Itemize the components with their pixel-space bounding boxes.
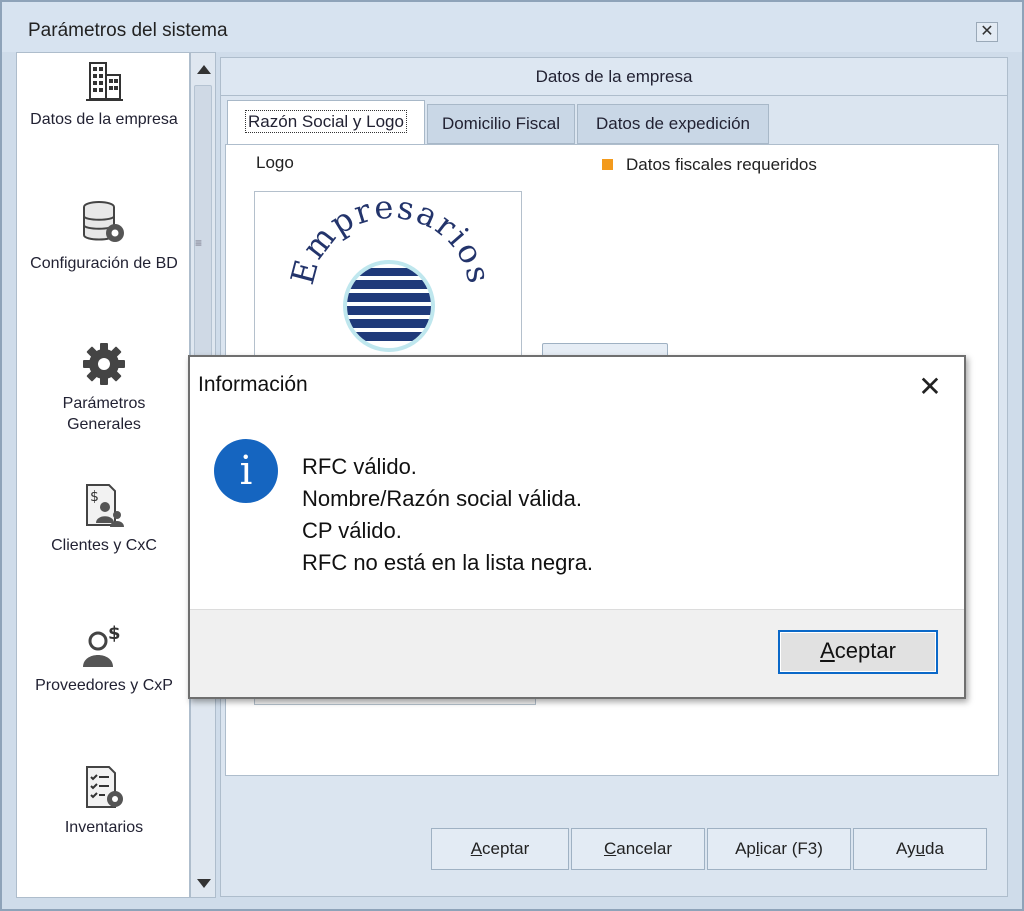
scroll-down-arrow-icon[interactable] [197,879,211,888]
dialog-title: Información [198,373,308,396]
window-close-button[interactable]: ✕ [976,22,998,42]
sidebar-item-label: Datos de la empresa [30,111,178,128]
tab-label: Razón Social y Logo [245,110,407,133]
info-dialog: Información ✕ i RFC válido. Nombre/Razón… [188,355,966,699]
message-line: CP válido. [302,518,402,543]
cancel-accesskey: C [603,839,617,858]
tab-datos-expedicion[interactable]: Datos de expedición [577,104,769,144]
clients-money-icon: $ [86,484,124,527]
section-title: Datos de la empresa [221,58,1007,96]
dialog-message: RFC válido. Nombre/Razón social válida. … [302,451,593,579]
building-icon [86,62,123,101]
dialog-accept-button[interactable]: Aceptar [778,630,938,674]
accept-label: ceptar [482,839,530,858]
sidebar-item-label-line1: Parámetros [62,395,146,412]
apply-label-prefix: Ap [735,839,756,858]
help-button[interactable]: Ayuda [853,828,987,870]
sidebar-item-label: Configuración de BD [30,255,178,272]
sidebar-item-clients[interactable]: $ Clientes y CxC [17,481,191,556]
help-label-prefix: Ay [896,839,916,858]
sidebar: Datos de la empresa Configuración de BD [16,52,190,898]
dialog-close-button[interactable]: ✕ [906,367,954,407]
logo-label: Logo [256,153,294,172]
message-line: RFC válido. [302,454,417,479]
inventory-checklist-icon [86,766,123,808]
apply-button[interactable]: Aplicar (F3) [707,828,851,870]
sidebar-item-db-config[interactable]: Configuración de BD [17,199,191,274]
supplier-money-icon: $ [83,623,121,667]
sidebar-item-inventory[interactable]: Inventarios [17,763,191,838]
scroll-grip-icon: ≡ [195,236,203,250]
sidebar-item-suppliers[interactable]: $ Proveedores y CxP [17,621,191,696]
sidebar-item-label: Clientes y CxC [51,537,157,554]
svg-text:$: $ [108,623,121,644]
sidebar-item-label: Inventarios [64,819,144,836]
info-icon: i [214,439,278,503]
message-line: Nombre/Razón social válida. [302,486,583,511]
help-label: da [925,839,944,858]
tab-domicilio-fiscal[interactable]: Domicilio Fiscal [427,104,575,144]
tab-label: Datos de expedición [595,114,751,133]
dialog-footer: Aceptar [190,609,964,697]
gear-icon [83,343,125,385]
sidebar-item-company-data[interactable]: Datos de la empresa [17,59,191,130]
sidebar-item-label-line2: Generales [67,416,141,433]
accept-accesskey: A [470,839,483,858]
tab-razon-social[interactable]: Razón Social y Logo [227,100,425,146]
required-legend-label: Datos fiscales requeridos [626,155,817,174]
sidebar-item-label: Proveedores y CxP [35,677,173,694]
message-line: RFC no está en la lista negra. [302,550,594,575]
window-title: Parámetros del sistema [28,20,228,41]
sidebar-item-general-params[interactable]: Parámetros Generales [17,341,191,435]
help-accesskey: u [915,839,926,858]
svg-text:$: $ [90,489,99,505]
window-titlebar: Parámetros del sistema ✕ [2,2,1022,52]
cancel-label: ancelar [616,839,673,858]
tab-label: Domicilio Fiscal [441,114,561,133]
dialog-accept-accesskey: A [820,638,835,663]
database-gear-icon [83,201,124,242]
scroll-up-arrow-icon[interactable] [197,65,211,74]
dialog-accept-label: ceptar [834,638,896,663]
cancel-button[interactable]: Cancelar [571,828,705,870]
apply-label: icar (F3) [759,839,823,858]
accept-button[interactable]: Aceptar [431,828,569,870]
required-legend-swatch [602,159,613,170]
